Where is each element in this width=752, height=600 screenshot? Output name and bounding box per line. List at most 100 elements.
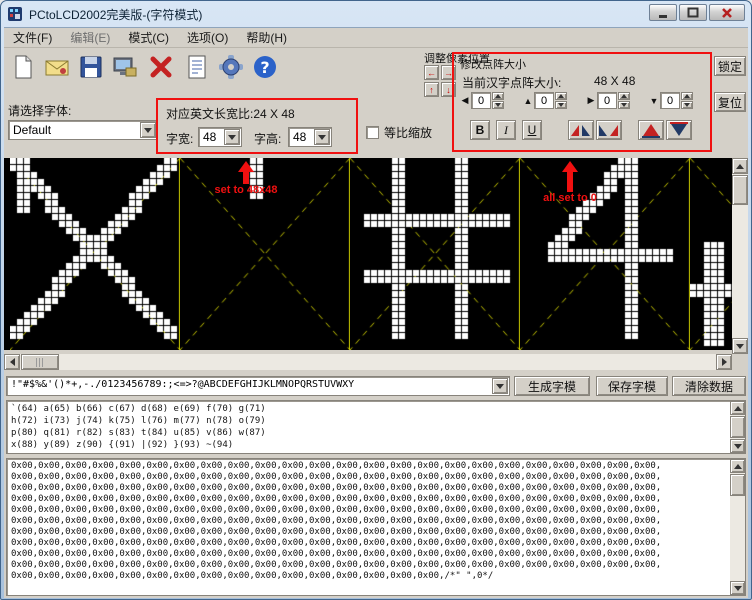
menu-help[interactable]: 帮助(H)	[237, 27, 296, 48]
font-combobox[interactable]: Default	[8, 120, 158, 140]
trim-bottom-spinner: ▼ 0	[648, 92, 693, 109]
close-button[interactable]	[709, 4, 745, 21]
rotate-right-icon	[597, 122, 621, 138]
hex-output-box[interactable]: 0x00,0x00,0x00,0x00,0x00,0x00,0x00,0x00,…	[6, 458, 746, 596]
chevron-down-icon	[144, 128, 152, 137]
delete-button[interactable]	[146, 52, 176, 82]
minimize-button[interactable]	[649, 4, 677, 21]
maximize-button[interactable]	[679, 4, 707, 21]
delete-x-icon	[148, 54, 174, 80]
hex-line: 0x00,0x00,0x00,0x00,0x00,0x00,0x00,0x00,…	[11, 560, 725, 571]
trim-top-down-button[interactable]	[555, 101, 567, 109]
rotate-left-button[interactable]	[568, 120, 594, 140]
italic-button[interactable]: I	[496, 120, 516, 140]
flip-horizontal-icon	[639, 122, 663, 138]
font-combobox-drop-button[interactable]	[140, 122, 156, 138]
lock-button[interactable]: 锁定	[714, 56, 746, 76]
ratio-text: 对应英文长宽比:24 X 48	[166, 105, 295, 122]
trim-top-up-button[interactable]	[555, 92, 567, 100]
scroll-up-button[interactable]	[730, 459, 745, 473]
hex-line: 0x00,0x00,0x00,0x00,0x00,0x00,0x00,0x00,…	[11, 516, 725, 527]
open-file-button[interactable]	[42, 52, 72, 82]
char-list-box[interactable]: `(64) a(65) b(66) c(67) d(68) e(69) f(70…	[6, 400, 746, 454]
vertical-scroll-thumb[interactable]	[732, 175, 748, 205]
char-list-scrollbar[interactable]	[730, 401, 745, 453]
chevron-down-icon	[228, 135, 236, 144]
menubar: 文件(F) 编辑(E) 模式(C) 选项(O) 帮助(H)	[4, 28, 748, 48]
chevron-down-icon	[318, 135, 326, 144]
hex-line: 0x00,0x00,0x00,0x00,0x00,0x00,0x00,0x00,…	[11, 483, 725, 494]
document-button[interactable]	[182, 52, 212, 82]
scroll-up-button[interactable]	[730, 401, 745, 415]
trim-bottom-value[interactable]: 0	[660, 92, 680, 109]
document-icon	[184, 54, 210, 80]
hex-output-scrollbar[interactable]	[730, 459, 745, 595]
scroll-thumb[interactable]	[730, 416, 745, 438]
scroll-up-button[interactable]	[732, 158, 748, 174]
scroll-thumb[interactable]	[730, 474, 745, 496]
char-list-line: p(80) q(81) r(82) s(83) t(84) u(85) v(86…	[11, 427, 725, 439]
scroll-left-button[interactable]	[4, 354, 20, 370]
save-button[interactable]	[76, 52, 106, 82]
underline-button[interactable]: U	[522, 120, 542, 140]
arrow-down-icon	[736, 344, 744, 353]
trim-right-value[interactable]: 0	[597, 92, 617, 109]
lcd-canvas-cell[interactable]	[350, 158, 520, 350]
flip-vertical-button[interactable]	[666, 120, 692, 140]
trim-left-up-button[interactable]	[492, 92, 504, 100]
matrix-size-group: 修改点阵大小 当前汉字点阵大小: 48 X 48 ◀ 0 ▲ 0 ▶ 0	[452, 52, 712, 152]
bold-button[interactable]: B	[470, 120, 490, 140]
horizontal-scroll-thumb[interactable]	[21, 354, 59, 370]
charset-combobox[interactable]: !"#$%&'()*+,-./0123456789:;<=>?@ABCDEFGH…	[6, 376, 510, 396]
menu-file[interactable]: 文件(F)	[4, 27, 61, 48]
lcd-canvas-cell[interactable]	[10, 158, 180, 350]
char-size-box: 对应英文长宽比:24 X 48 字宽: 48 字高: 48	[156, 98, 358, 154]
chevron-down-icon	[496, 384, 504, 393]
arrow-up-icon	[734, 402, 742, 411]
trim-top-icon: ▲	[522, 96, 534, 106]
trim-right-up-button[interactable]	[618, 92, 630, 100]
open-mail-icon	[44, 54, 70, 80]
generate-font-button[interactable]: 生成字模	[514, 376, 590, 396]
reset-button[interactable]: 复位	[714, 92, 746, 112]
scale-checkbox[interactable]	[366, 126, 379, 139]
scroll-right-button[interactable]	[716, 354, 732, 370]
trim-bottom-up-button[interactable]	[681, 92, 693, 100]
new-file-button[interactable]	[8, 52, 38, 82]
help-button[interactable]: ?	[250, 52, 280, 82]
titlebar[interactable]: PCtoLCD2002完美版-(字符模式)	[1, 1, 751, 27]
export-button[interactable]	[110, 52, 140, 82]
scroll-down-button[interactable]	[730, 581, 745, 595]
settings-button[interactable]	[216, 52, 246, 82]
move-up-button[interactable]: ↑	[424, 82, 439, 97]
char-width-drop-button[interactable]	[224, 129, 240, 145]
trim-left-down-button[interactable]	[492, 101, 504, 109]
grip-icon	[36, 358, 45, 367]
lcd-horizontal-scrollbar[interactable]	[4, 354, 732, 370]
char-height-drop-button[interactable]	[314, 129, 330, 145]
lcd-preview	[4, 158, 732, 350]
lcd-vertical-scrollbar[interactable]	[732, 158, 748, 354]
charset-drop-button[interactable]	[492, 378, 508, 394]
move-left-button[interactable]: ←	[424, 65, 439, 80]
menu-mode[interactable]: 模式(C)	[119, 27, 178, 48]
window-body: 文件(F) 编辑(E) 模式(C) 选项(O) 帮助(H)	[4, 27, 748, 598]
lcd-canvas-cell[interactable]	[690, 158, 732, 350]
scroll-down-button[interactable]	[732, 338, 748, 354]
menu-edit[interactable]: 编辑(E)	[61, 27, 119, 48]
font-select-label: 请选择字体:	[8, 102, 71, 119]
save-font-button[interactable]: 保存字模	[596, 376, 668, 396]
scroll-down-button[interactable]	[730, 439, 745, 453]
clear-data-button[interactable]: 清除数据	[672, 376, 746, 396]
trim-left-spinner: ◀ 0	[459, 92, 504, 109]
trim-right-down-button[interactable]	[618, 101, 630, 109]
rotate-right-button[interactable]	[596, 120, 622, 140]
trim-bottom-down-button[interactable]	[681, 101, 693, 109]
menu-options[interactable]: 选项(O)	[178, 27, 237, 48]
char-width-combobox[interactable]: 48	[198, 127, 242, 147]
char-height-combobox[interactable]: 48	[288, 127, 332, 147]
trim-top-value[interactable]: 0	[534, 92, 554, 109]
flip-horizontal-button[interactable]	[638, 120, 664, 140]
trim-left-value[interactable]: 0	[471, 92, 491, 109]
hex-line: 0x00,0x00,0x00,0x00,0x00,0x00,0x00,0x00,…	[11, 505, 725, 516]
